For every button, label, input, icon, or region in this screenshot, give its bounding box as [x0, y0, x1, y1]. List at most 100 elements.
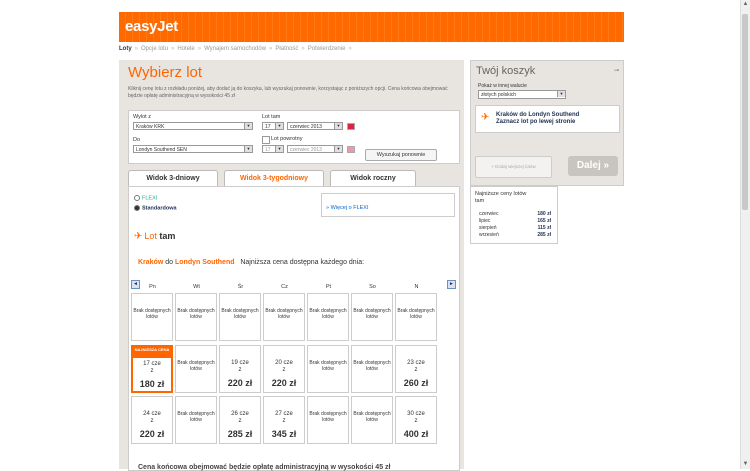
calendar-cell-price[interactable]: 24 cze z 220 zł	[131, 396, 173, 444]
chevron-down-icon: ▼	[244, 146, 252, 152]
month-price[interactable]: 285 zł	[537, 232, 551, 238]
add-more-flights-button[interactable]: + Dodaj wiejszej lotów	[475, 156, 552, 178]
month-price[interactable]: 180 zł	[537, 211, 551, 217]
outbound-month-select[interactable]: czerwiec 2013 ▼	[287, 122, 343, 130]
calendar-cell-unavailable: Brak dostępnych lotów	[175, 345, 217, 393]
breadcrumb-item[interactable]: Opcje lotu	[141, 46, 168, 52]
calendar-cell-price[interactable]: 23 cze z 260 zł	[395, 345, 437, 393]
next-button[interactable]: Dalej »	[568, 156, 618, 176]
chevron-down-icon: ▼	[334, 146, 342, 152]
month-label: czerwiec	[479, 211, 499, 217]
search-again-button[interactable]: Wyszukaj ponownie	[365, 149, 437, 161]
cell-from: z	[414, 367, 418, 373]
basket-title: Twój koszyk	[476, 65, 536, 77]
return-day-select[interactable]: 17 ▼	[262, 145, 284, 153]
cell-date: 23 cze	[407, 360, 425, 366]
breadcrumb-separator: »	[134, 46, 139, 52]
weekday-header: Cz	[281, 284, 288, 290]
calendar-cell-unavailable: Brak dostępnych lotów	[307, 293, 349, 341]
currency-select[interactable]: złotych polskich ▼	[478, 90, 566, 99]
cell-date-block: 23 cze z	[396, 360, 436, 374]
cell-from: z	[282, 367, 286, 373]
outbound-label: Lot tam	[262, 114, 281, 120]
weekday-header: Pn	[149, 284, 156, 290]
calendar-cell-unavailable: Brak dostępnych lotów	[351, 345, 393, 393]
breadcrumb-separator: »	[197, 46, 202, 52]
calendar-cell-price[interactable]: 30 cze z 400 zł	[395, 396, 437, 444]
breadcrumb-item[interactable]: Potwierdzenie	[308, 46, 346, 52]
breadcrumb-item[interactable]: Hotele	[177, 46, 194, 52]
view-tabs: Widok 3-dniowy Widok 3-tygodniowy Widok …	[128, 170, 448, 188]
fare-flexi-option[interactable]: FLEXI	[134, 195, 157, 201]
cell-from: z	[282, 418, 286, 424]
breadcrumb-item[interactable]: Płatność	[275, 46, 298, 52]
more-flexi-link[interactable]: » Więcej o FLEXI	[326, 205, 369, 211]
lowest-price-row[interactable]: sierpień 115 zł	[479, 225, 551, 231]
main-panel: Wybierz lot Kliknij cenę lotu z rozkładu…	[119, 60, 464, 471]
scroll-down-icon[interactable]: ▼	[741, 460, 750, 469]
cell-price[interactable]: 180 zł	[133, 379, 171, 389]
lowest-price-row[interactable]: lipiec 165 zł	[479, 218, 551, 224]
breadcrumb-separator: »	[301, 46, 305, 52]
no-flights-text: Brak dostępnych lotów	[221, 308, 259, 320]
radio-icon[interactable]	[134, 195, 140, 201]
cell-from: z	[414, 418, 418, 424]
results-panel: FLEXI Standardowa » Więcej o FLEXI ✈ Lot …	[128, 186, 460, 471]
month-price[interactable]: 115 zł	[538, 225, 551, 231]
cell-price[interactable]: 345 zł	[264, 429, 304, 439]
lowest-prices-box: Najniższe ceny lotów tam czerwiec 180 zł l…	[470, 186, 558, 244]
tab-year[interactable]: Widok roczny	[330, 170, 416, 186]
calendar-icon[interactable]	[347, 123, 355, 130]
scroll-up-icon[interactable]: ▲	[741, 0, 750, 9]
plane-icon: ✈	[134, 231, 143, 242]
cell-from: z	[150, 418, 154, 424]
breadcrumb-item[interactable]: Wynajem samochodów	[204, 46, 266, 52]
calendar-cell-price[interactable]: 20 cze z 220 zł	[263, 345, 305, 393]
pin-icon[interactable]: ⊸	[614, 67, 619, 74]
cell-date-block: 26 cze z	[220, 411, 260, 425]
scroll-thumb[interactable]	[742, 14, 748, 210]
cell-price[interactable]: 220 zł	[264, 378, 304, 388]
cell-price[interactable]: 285 zł	[220, 429, 260, 439]
admin-fee-note: Cena końcowa obejmować będzie opłatę adm…	[138, 464, 391, 471]
route-line: Kraków do Londyn Southend Najniższa cena…	[138, 259, 365, 266]
calendar-cell-price[interactable]: 27 cze z 345 zł	[263, 396, 305, 444]
calendar-cell-unavailable: Brak dostępnych lotów	[131, 293, 173, 341]
lowest-price-row[interactable]: czerwiec 180 zł	[479, 211, 551, 217]
basket-panel: Twój koszyk ⊸ Pokaż w innej walucie złot…	[470, 60, 624, 186]
calendar-cell-unavailable: Brak dostępnych lotów	[395, 293, 437, 341]
month-label: lipiec	[479, 218, 491, 224]
weekday-header: Wt	[193, 284, 200, 290]
page-scrollbar[interactable]: ▲ ▼	[740, 0, 750, 469]
easyjet-logo[interactable]: easyJet	[125, 18, 178, 35]
return-month-select[interactable]: czerwiec 2013 ▼	[287, 145, 343, 153]
month-label: sierpień	[479, 225, 497, 231]
lowest-price-row[interactable]: wrzesień 285 zł	[479, 232, 551, 238]
calendar-cell-price[interactable]: NAJNIŻSZA CENA 17 cze z 180 zł	[131, 345, 173, 393]
return-checkbox[interactable]	[262, 136, 270, 144]
cell-price[interactable]: 220 zł	[220, 378, 260, 388]
cell-from: z	[238, 418, 242, 424]
currency-label: Pokaż w innej walucie	[478, 83, 527, 89]
cell-date: 30 cze	[407, 411, 425, 417]
calendar-cell-price[interactable]: 26 cze z 285 zł	[219, 396, 261, 444]
no-flights-text: Brak dostępnych lotów	[133, 308, 171, 320]
from-select[interactable]: Kraków KRK ▼	[133, 122, 253, 130]
calendar-icon[interactable]	[347, 146, 355, 153]
cell-price[interactable]: 400 zł	[396, 429, 436, 439]
cell-price[interactable]: 260 zł	[396, 378, 436, 388]
calendar-cell-price[interactable]: 19 cze z 220 zł	[219, 345, 261, 393]
month-price[interactable]: 165 zł	[537, 218, 551, 224]
tab-3-day[interactable]: Widok 3-dniowy	[128, 170, 218, 186]
cell-price[interactable]: 220 zł	[132, 429, 172, 439]
intro-text: Kliknij cenę lotu z rozkładu poniżej, ab…	[128, 86, 448, 99]
calendar-cell-unavailable: Brak dostępnych lotów	[175, 293, 217, 341]
to-select[interactable]: Londyn Southend SEN ▼	[133, 145, 253, 153]
radio-icon[interactable]	[134, 205, 140, 211]
breadcrumb-item[interactable]: Loty	[119, 46, 132, 52]
outbound-day-select[interactable]: 17 ▼	[262, 122, 284, 130]
calendar-cell-unavailable: Brak dostępnych lotów	[307, 396, 349, 444]
next-week-arrow-icon[interactable]: ►	[447, 280, 456, 289]
month-label: wrzesień	[479, 232, 499, 238]
fare-standard-option[interactable]: Standardowa	[134, 205, 177, 211]
